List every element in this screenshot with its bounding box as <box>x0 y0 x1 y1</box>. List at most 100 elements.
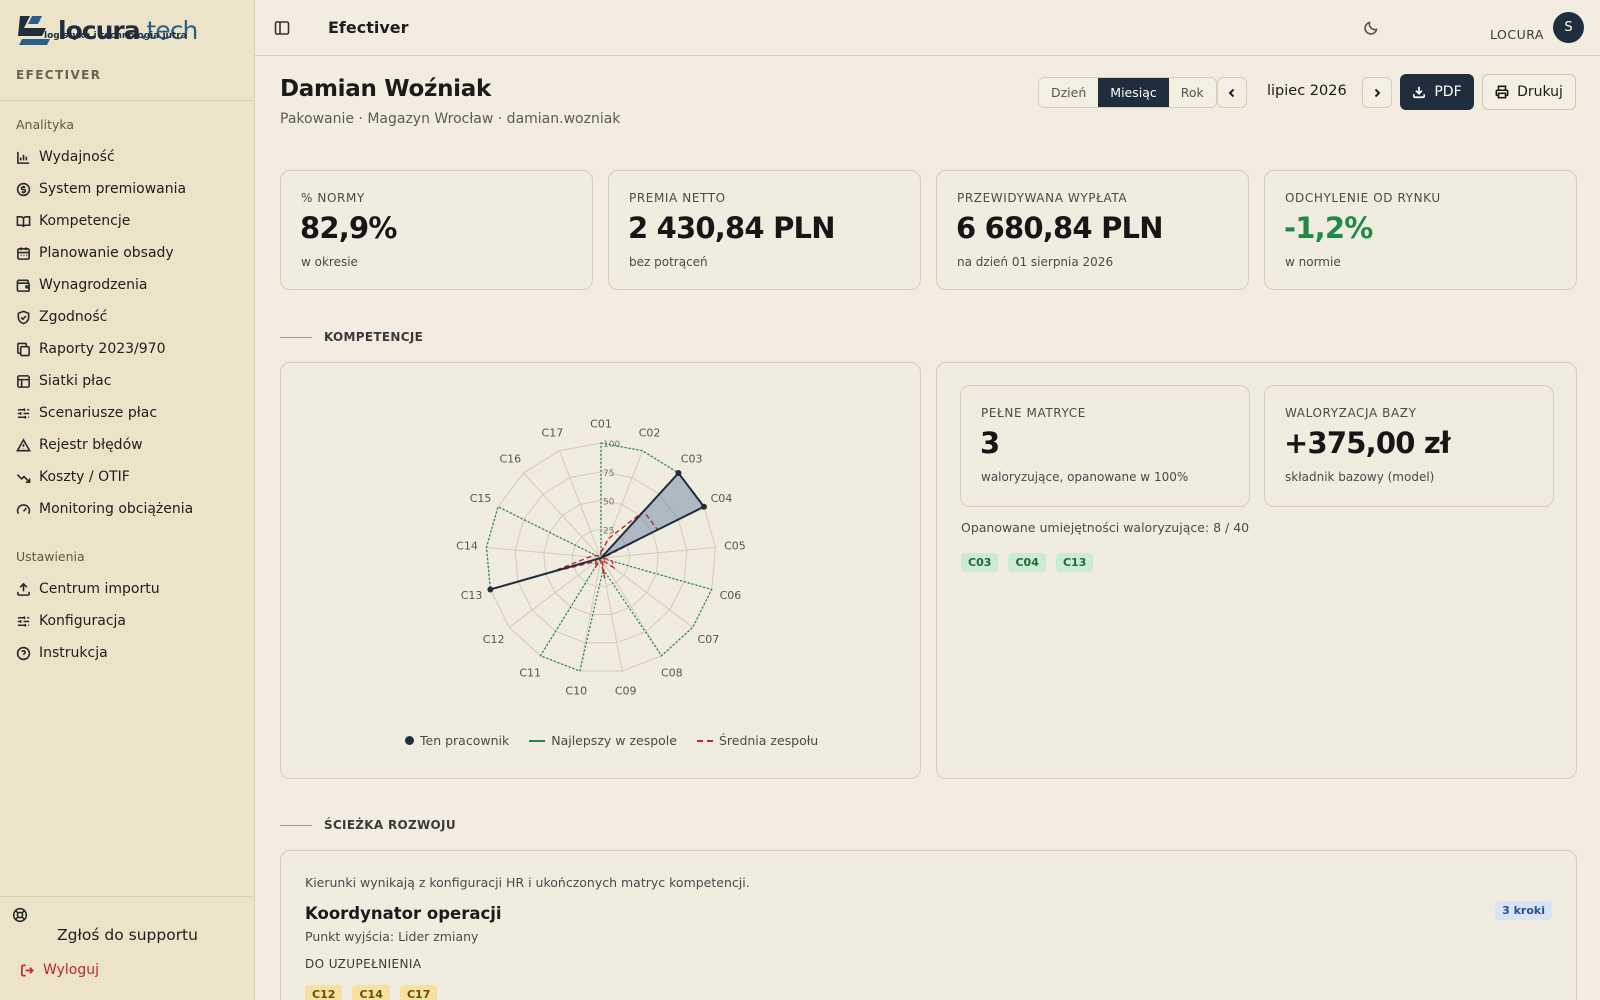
sidebar-item-zgodnosc[interactable]: Zgodność <box>16 306 107 328</box>
sidebar-item-label: Koszty / OTIF <box>39 469 130 485</box>
radar-spoke <box>523 472 602 559</box>
kpi-value: 3 <box>980 426 1000 460</box>
kpi-label: PRZEWIDYWANA WYPŁATA <box>957 191 1128 205</box>
development-start: Punkt wyjścia: Lider zmiany <box>305 929 479 944</box>
skill-chip[interactable]: C04 <box>1008 553 1046 572</box>
sidebar-item-label: Centrum importu <box>39 581 160 597</box>
legend-marker <box>696 739 713 742</box>
avatar[interactable]: S <box>1553 12 1584 43</box>
pdf-label: PDF <box>1434 84 1462 100</box>
section-rule <box>280 336 312 338</box>
calendar-icon <box>17 246 30 260</box>
radar-spoke <box>558 450 602 559</box>
radar-axis-label: C08 <box>661 666 683 679</box>
sidebar-item-konfiguracja[interactable]: Konfiguracja <box>16 610 126 632</box>
upload-icon <box>17 582 30 596</box>
brand-caption: EFECTIVER <box>16 68 102 82</box>
radar-axis-label: C16 <box>500 453 522 466</box>
mastered-skills-note: Opanowane umiejętności waloryzujące: 8 /… <box>961 520 1250 535</box>
sidebar-item-label: Zgodność <box>39 309 108 325</box>
shield-icon <box>17 310 30 324</box>
trend-down-icon <box>16 473 31 483</box>
brand-tagline: logistyka i technologia jutra <box>44 31 187 41</box>
moon-icon[interactable] <box>1363 20 1379 36</box>
sidebar-item-instrukcja[interactable]: Instrukcja <box>16 642 108 664</box>
radar-axis-label: C12 <box>483 633 505 646</box>
logout-button[interactable]: Wyloguj <box>20 962 99 978</box>
sidebar-toggle-icon[interactable] <box>274 20 290 36</box>
logout-label: Wyloguj <box>43 962 99 978</box>
legend-marker <box>405 736 414 745</box>
sidebar-divider <box>0 896 255 897</box>
kpi-label: % NORMY <box>301 191 365 205</box>
period-month-tab[interactable]: Miesiąc <box>1098 78 1169 107</box>
legend-item-best[interactable]: Najlepszy w zespole <box>529 733 677 748</box>
radar-tick-label: 75 <box>603 469 614 479</box>
support-button[interactable]: Zgłoś do supportu <box>0 926 255 944</box>
period-year-tab[interactable]: Rok <box>1169 78 1216 107</box>
print-button[interactable]: Drukuj <box>1482 74 1576 110</box>
sidebar-item-scenariusze-plac[interactable]: Scenariusze płac <box>16 402 157 424</box>
radar-axis-label: C13 <box>461 589 483 602</box>
pdf-button[interactable]: PDF <box>1400 74 1474 110</box>
radar-legend: Ten pracownik Najlepszy w zespole Średni… <box>405 733 818 748</box>
legend-label: Najlepszy w zespole <box>551 733 677 748</box>
radar-series-0 <box>490 471 706 591</box>
skill-chip[interactable]: C17 <box>399 985 438 1000</box>
sidebar-item-planowanie-obsady[interactable]: Planowanie obsady <box>16 242 174 264</box>
skill-chip[interactable]: C12 <box>305 985 343 1000</box>
section-title: ŚCIEŻKA ROZWOJU <box>324 818 456 832</box>
radar-axis-label: C03 <box>681 453 703 466</box>
kpi-value: 6 680,84 PLN <box>956 211 1163 245</box>
sidebar-item-wydajnosc[interactable]: Wydajność <box>16 146 115 168</box>
legend-item-employee[interactable]: Ten pracownik <box>405 733 509 748</box>
sidebar-item-wynagrodzenia[interactable]: Wynagrodzenia <box>16 274 147 296</box>
legend-item-average[interactable]: Średnia zespołu <box>696 733 818 748</box>
bar-chart-icon <box>17 151 30 164</box>
todo-label: DO UZUPEŁNIENIA <box>305 957 422 971</box>
lifebuoy-icon[interactable] <box>12 907 28 923</box>
kpi-note: w okresie <box>301 255 358 269</box>
wallet-icon <box>16 279 30 292</box>
sidebar-item-kompetencje[interactable]: Kompetencje <box>16 210 130 232</box>
next-period-button[interactable] <box>1362 77 1392 108</box>
user-name: LOCURA <box>1490 27 1544 42</box>
radar-axis-label: C17 <box>542 427 564 440</box>
section-development-path: ŚCIEŻKA ROZWOJU <box>280 818 456 832</box>
prev-period-button[interactable] <box>1217 77 1247 108</box>
radar-axis-label: C09 <box>615 684 637 697</box>
section-competencies: KOMPETENCJE <box>280 330 423 344</box>
full-matrices-card: PEŁNE MATRYCE 3 waloryzujące, opanowane … <box>960 385 1250 507</box>
download-icon <box>1413 86 1426 99</box>
radar-card: C01 C02 C03 C04 C05 C06 C07 C08 C09 C10 C11 C12 C13 C… <box>280 362 921 779</box>
skill-chip[interactable]: C14 <box>352 985 390 1000</box>
radar-axis-label: C01 <box>590 417 612 430</box>
page-title: Damian Woźniak <box>280 76 491 102</box>
sliders-icon <box>17 407 30 419</box>
skill-chip[interactable]: C03 <box>961 553 999 572</box>
sidebar-item-centrum-importu[interactable]: Centrum importu <box>16 578 160 600</box>
skill-chip[interactable]: C13 <box>1055 553 1094 572</box>
kpi-value: +375,00 zł <box>1284 426 1451 460</box>
page-subtitle: Pakowanie · Magazyn Wrocław · damian.woz… <box>280 111 621 127</box>
book-icon <box>16 215 31 227</box>
legend-label: Ten pracownik <box>420 733 510 748</box>
kpi-label: PREMIA NETTO <box>629 191 726 205</box>
radar-point <box>675 470 682 477</box>
sidebar-item-siatki-plac[interactable]: Siatki płac <box>16 370 111 392</box>
sidebar-item-system-premiowania[interactable]: System premiowania <box>16 178 186 200</box>
sidebar-divider <box>0 100 255 101</box>
radar-axis-label: C11 <box>519 666 541 679</box>
sidebar-item-koszty-otif[interactable]: Koszty / OTIF <box>16 466 130 488</box>
sidebar-item-label: Konfiguracja <box>39 613 127 629</box>
nav-section-settings: Ustawienia <box>16 549 85 564</box>
kpi-note: waloryzujące, opanowane w 100% <box>981 470 1189 484</box>
sidebar-item-monitoring[interactable]: Monitoring obciążenia <box>16 498 193 520</box>
competency-summary-card: PEŁNE MATRYCE 3 waloryzujące, opanowane … <box>936 362 1577 779</box>
development-target: Koordynator operacji <box>305 904 502 923</box>
period-day-tab[interactable]: Dzień <box>1039 78 1098 107</box>
sidebar-item-rejestr-bledow[interactable]: Rejestr błędów <box>16 434 143 456</box>
sidebar-item-raporty[interactable]: Raporty 2023/970 <box>16 338 166 360</box>
copy-icon <box>17 342 30 356</box>
sidebar-item-label: Instrukcja <box>39 645 108 661</box>
